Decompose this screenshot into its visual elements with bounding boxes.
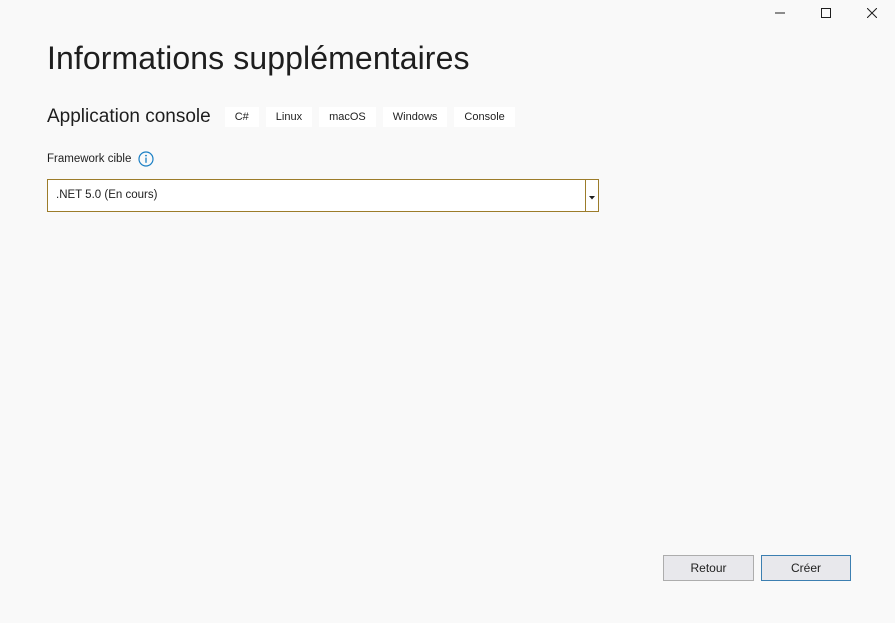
close-icon bbox=[867, 8, 877, 18]
create-button[interactable]: Créer bbox=[761, 555, 851, 581]
chevron-down-icon bbox=[589, 187, 595, 205]
tag-platform-macos: macOS bbox=[319, 107, 376, 127]
close-button[interactable] bbox=[849, 0, 895, 26]
minimize-button[interactable] bbox=[757, 0, 803, 26]
framework-label-row: Framework cible bbox=[47, 150, 154, 167]
info-icon[interactable] bbox=[137, 150, 154, 167]
dropdown-toggle[interactable] bbox=[585, 180, 598, 211]
tag-platform-windows: Windows bbox=[382, 107, 448, 127]
target-framework-value: .NET 5.0 (En cours) bbox=[56, 189, 158, 201]
template-name: Application console bbox=[47, 106, 211, 127]
framework-label: Framework cible bbox=[47, 152, 132, 165]
back-button[interactable]: Retour bbox=[663, 555, 754, 581]
maximize-icon bbox=[821, 8, 831, 18]
tag-language: C# bbox=[224, 107, 259, 127]
maximize-button[interactable] bbox=[803, 0, 849, 26]
template-summary: Application console C# Linux macOS Windo… bbox=[47, 105, 522, 129]
window-controls bbox=[757, 0, 895, 26]
tag-project-type: Console bbox=[454, 107, 515, 127]
target-framework-select[interactable]: .NET 5.0 (En cours) bbox=[47, 179, 599, 212]
tag-platform-linux: Linux bbox=[265, 107, 313, 127]
page-title: Informations supplémentaires bbox=[47, 40, 470, 76]
minimize-icon bbox=[775, 8, 785, 18]
